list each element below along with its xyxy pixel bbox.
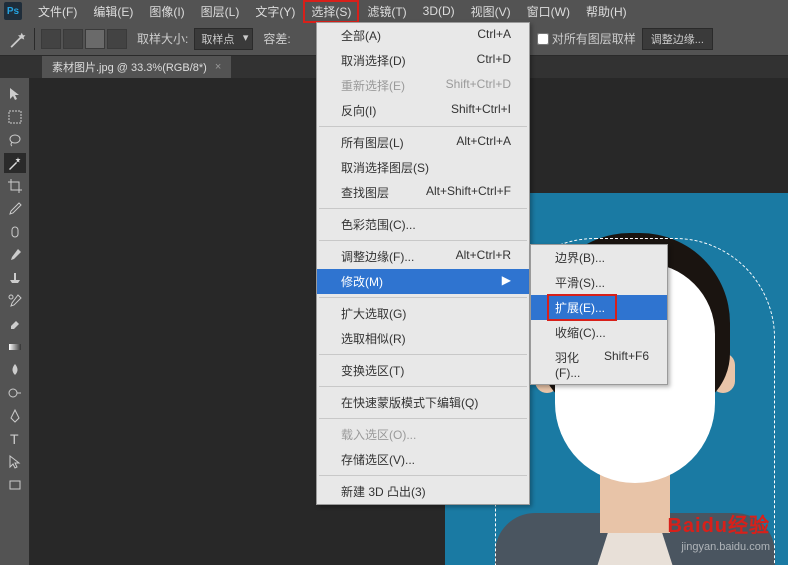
menu-refine-edge[interactable]: 调整边缘(F)...Alt+Ctrl+R bbox=[317, 244, 529, 269]
menu-all-layers[interactable]: 所有图层(L)Alt+Ctrl+A bbox=[317, 130, 529, 155]
menu-bar: Ps 文件(F) 编辑(E) 图像(I) 图层(L) 文字(Y) 选择(S) 滤… bbox=[0, 0, 788, 22]
menu-image[interactable]: 图像(I) bbox=[141, 0, 192, 23]
menu-type[interactable]: 文字(Y) bbox=[247, 0, 303, 23]
eraser-tool-icon[interactable] bbox=[4, 314, 26, 334]
crop-tool-icon[interactable] bbox=[4, 176, 26, 196]
menu-layer[interactable]: 图层(L) bbox=[193, 0, 248, 23]
lasso-tool-icon[interactable] bbox=[4, 130, 26, 150]
brush-tool-icon[interactable] bbox=[4, 245, 26, 265]
menu-transform-selection[interactable]: 变换选区(T) bbox=[317, 358, 529, 383]
menu-window[interactable]: 窗口(W) bbox=[519, 0, 578, 23]
selection-intersect[interactable] bbox=[107, 29, 127, 49]
select-dropdown-menu: 全部(A)Ctrl+A 取消选择(D)Ctrl+D 重新选择(E)Shift+C… bbox=[316, 22, 530, 505]
menu-reselect: 重新选择(E)Shift+Ctrl+D bbox=[317, 73, 529, 98]
blur-tool-icon[interactable] bbox=[4, 360, 26, 380]
divider bbox=[34, 28, 35, 50]
chevron-right-icon: ▶ bbox=[502, 273, 511, 290]
menu-filter[interactable]: 滤镜(T) bbox=[359, 0, 414, 23]
refine-edge-button[interactable]: 调整边缘... bbox=[642, 28, 713, 50]
history-brush-tool-icon[interactable] bbox=[4, 291, 26, 311]
separator bbox=[319, 297, 527, 298]
eyedropper-tool-icon[interactable] bbox=[4, 199, 26, 219]
dodge-tool-icon[interactable] bbox=[4, 383, 26, 403]
sample-size-label: 取样大小: bbox=[137, 30, 188, 47]
submenu-contract[interactable]: 收缩(C)... bbox=[531, 320, 667, 345]
menu-deselect-layers[interactable]: 取消选择图层(S) bbox=[317, 155, 529, 180]
menu-help[interactable]: 帮助(H) bbox=[578, 0, 635, 23]
move-tool-icon[interactable] bbox=[4, 84, 26, 104]
separator bbox=[319, 208, 527, 209]
menu-select[interactable]: 选择(S) bbox=[303, 0, 359, 23]
submenu-border[interactable]: 边界(B)... bbox=[531, 245, 667, 270]
menu-save-selection[interactable]: 存储选区(V)... bbox=[317, 447, 529, 472]
app-logo: Ps bbox=[4, 2, 22, 20]
gradient-tool-icon[interactable] bbox=[4, 337, 26, 357]
separator bbox=[319, 126, 527, 127]
all-layers-check[interactable]: 对所有图层取样 bbox=[537, 30, 636, 47]
menu-grow[interactable]: 扩大选取(G) bbox=[317, 301, 529, 326]
menu-inverse[interactable]: 反向(I)Shift+Ctrl+I bbox=[317, 98, 529, 123]
menu-load-selection: 载入选区(O)... bbox=[317, 422, 529, 447]
menu-new-3d-extrusion[interactable]: 新建 3D 凸出(3) bbox=[317, 479, 529, 504]
tolerance-label: 容差: bbox=[263, 30, 290, 47]
menu-3d[interactable]: 3D(D) bbox=[415, 1, 463, 21]
tool-panel: T bbox=[0, 78, 30, 565]
modify-submenu: 边界(B)... 平滑(S)... 扩展(E)... 收缩(C)... 羽化(F… bbox=[530, 244, 668, 385]
type-tool-icon[interactable]: T bbox=[4, 429, 26, 449]
pen-tool-icon[interactable] bbox=[4, 406, 26, 426]
selection-new[interactable] bbox=[41, 29, 61, 49]
menu-color-range[interactable]: 色彩范围(C)... bbox=[317, 212, 529, 237]
selection-subtract[interactable] bbox=[85, 29, 105, 49]
menu-quick-mask[interactable]: 在快速蒙版模式下编辑(Q) bbox=[317, 390, 529, 415]
separator bbox=[319, 475, 527, 476]
selection-add[interactable] bbox=[63, 29, 83, 49]
selection-mode-group bbox=[41, 29, 127, 49]
all-layers-label: 对所有图层取样 bbox=[552, 30, 636, 47]
menu-file[interactable]: 文件(F) bbox=[30, 0, 85, 23]
watermark-logo: Baidu经验 bbox=[667, 512, 770, 540]
sample-size-dropdown[interactable]: 取样点 bbox=[194, 28, 253, 50]
menu-edit[interactable]: 编辑(E) bbox=[85, 0, 141, 23]
submenu-expand[interactable]: 扩展(E)... bbox=[531, 295, 667, 320]
watermark: Baidu经验 jingyan.baidu.com bbox=[667, 512, 770, 555]
menu-view[interactable]: 视图(V) bbox=[463, 0, 519, 23]
healing-brush-tool-icon[interactable] bbox=[4, 222, 26, 242]
svg-text:T: T bbox=[10, 431, 19, 447]
menu-all[interactable]: 全部(A)Ctrl+A bbox=[317, 23, 529, 48]
magic-wand-tool-icon[interactable] bbox=[4, 153, 26, 173]
document-tab-title: 素材图片.jpg @ 33.3%(RGB/8*) bbox=[52, 59, 207, 75]
separator bbox=[319, 354, 527, 355]
close-icon[interactable]: × bbox=[215, 61, 221, 73]
menu-find-layers[interactable]: 查找图层Alt+Shift+Ctrl+F bbox=[317, 180, 529, 205]
rectangle-tool-icon[interactable] bbox=[4, 475, 26, 495]
menu-modify[interactable]: 修改(M)▶ bbox=[317, 269, 529, 294]
magic-wand-tool-icon[interactable] bbox=[8, 29, 28, 49]
separator bbox=[319, 240, 527, 241]
separator bbox=[319, 418, 527, 419]
menu-deselect[interactable]: 取消选择(D)Ctrl+D bbox=[317, 48, 529, 73]
submenu-smooth[interactable]: 平滑(S)... bbox=[531, 270, 667, 295]
clone-stamp-tool-icon[interactable] bbox=[4, 268, 26, 288]
document-tab[interactable]: 素材图片.jpg @ 33.3%(RGB/8*) × bbox=[42, 56, 231, 78]
separator bbox=[319, 386, 527, 387]
submenu-feather[interactable]: 羽化(F)...Shift+F6 bbox=[531, 345, 667, 384]
path-selection-tool-icon[interactable] bbox=[4, 452, 26, 472]
menu-similar[interactable]: 选取相似(R) bbox=[317, 326, 529, 351]
marquee-tool-icon[interactable] bbox=[4, 107, 26, 127]
watermark-url: jingyan.baidu.com bbox=[667, 540, 770, 555]
